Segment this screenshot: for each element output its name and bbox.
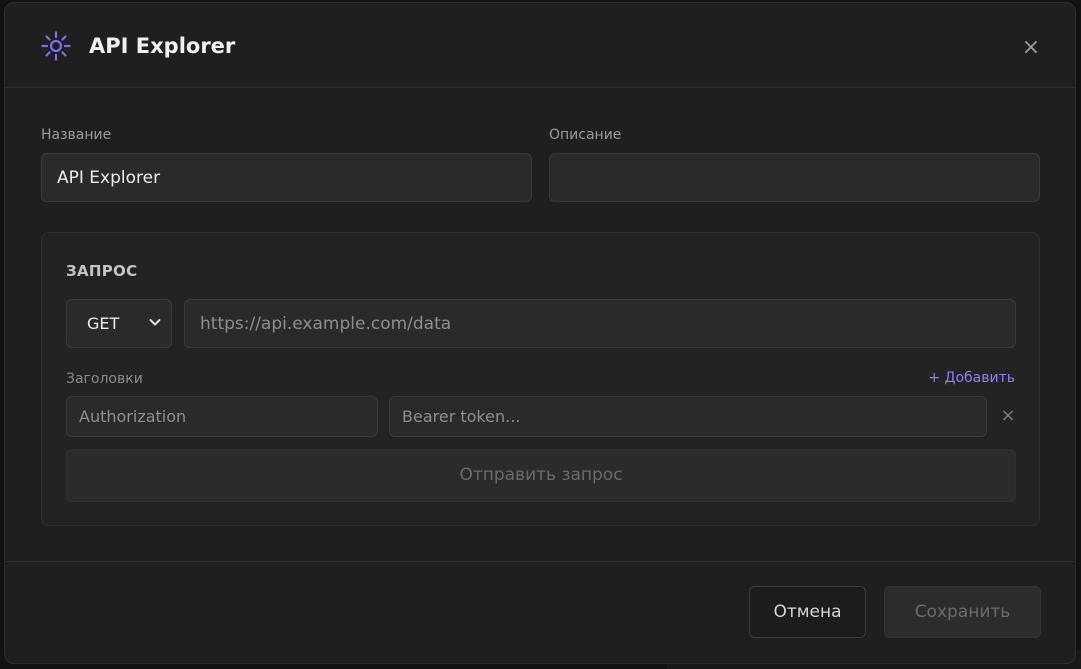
request-section: ЗАПРОС GET Заголовки + Добавить × Отправ… — [41, 232, 1040, 526]
dialog-header: API Explorer × — [5, 3, 1075, 88]
header-value-input[interactable] — [389, 396, 987, 437]
method-value: GET — [87, 314, 120, 333]
send-request-button[interactable]: Отправить запрос — [66, 449, 1016, 502]
add-header-button[interactable]: + Добавить — [928, 370, 1015, 386]
cancel-button[interactable]: Отмена — [749, 586, 866, 638]
remove-header-button[interactable]: × — [1000, 405, 1016, 426]
name-label: Название — [41, 127, 112, 143]
section-title: ЗАПРОС — [66, 262, 138, 280]
api-explorer-dialog: API Explorer × Название Описание ЗАПРОС … — [4, 2, 1076, 664]
sun-gear-icon — [40, 30, 72, 62]
save-button[interactable]: Сохранить — [884, 586, 1041, 638]
chevron-down-icon — [148, 314, 162, 328]
close-button[interactable]: × — [1021, 35, 1041, 60]
name-input[interactable] — [41, 153, 532, 202]
close-icon: × — [1021, 35, 1041, 60]
url-input[interactable] — [184, 299, 1016, 348]
description-label: Описание — [549, 127, 622, 143]
description-input[interactable] — [549, 153, 1040, 202]
headers-label: Заголовки — [66, 371, 143, 387]
header-key-input[interactable] — [66, 396, 378, 437]
dialog-title: API Explorer — [89, 34, 236, 58]
footer-divider — [5, 561, 1075, 562]
http-method-select[interactable]: GET — [66, 299, 172, 348]
close-icon: × — [1000, 405, 1016, 426]
